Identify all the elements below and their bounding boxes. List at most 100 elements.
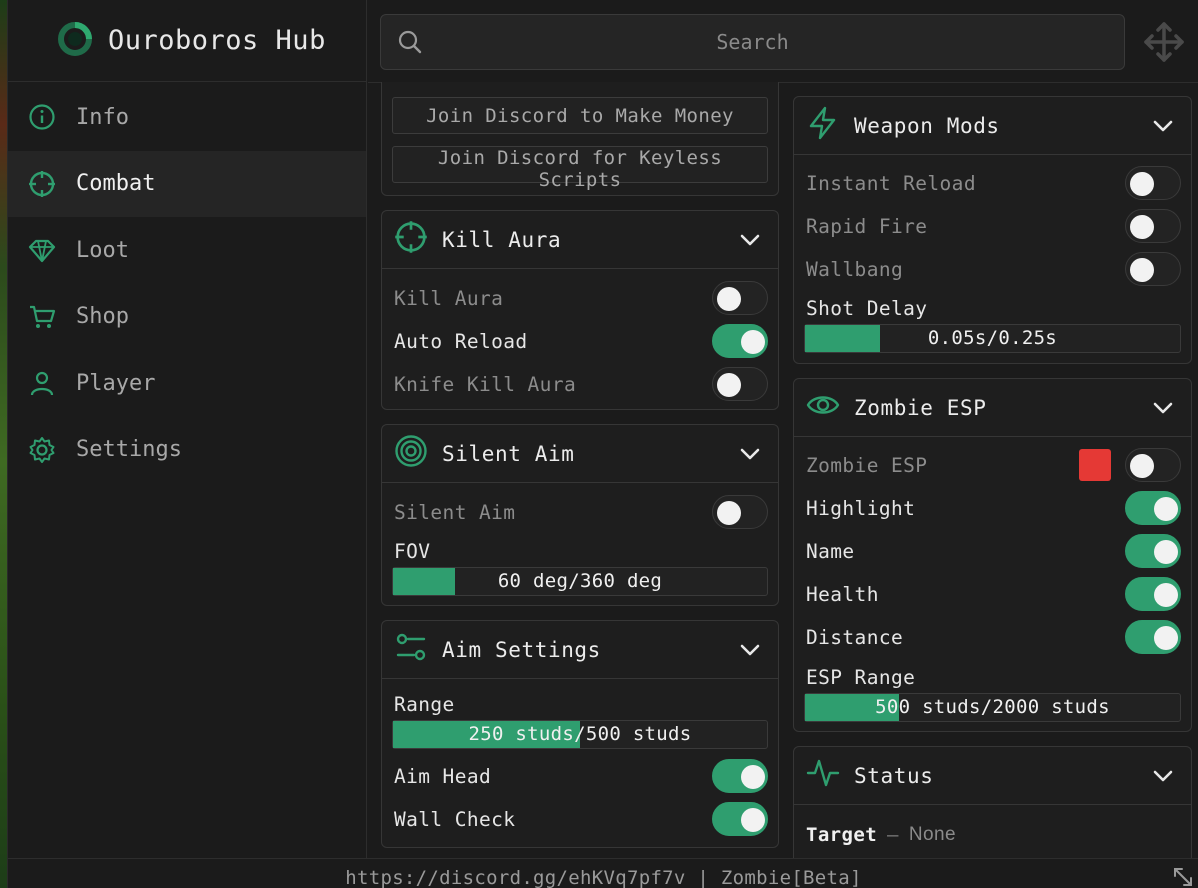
chevron-down-icon[interactable] bbox=[1151, 114, 1175, 143]
name-toggle[interactable] bbox=[1125, 534, 1181, 568]
chevron-down-icon[interactable] bbox=[738, 228, 762, 257]
rapid-fire-toggle[interactable] bbox=[1125, 209, 1181, 243]
fov-slider[interactable]: 60 deg/360 deg bbox=[392, 567, 768, 596]
gear-icon bbox=[28, 436, 56, 464]
toggle-label: Kill Aura bbox=[394, 286, 504, 310]
zombie-esp-header[interactable]: Zombie ESP bbox=[794, 379, 1191, 437]
zombie-esp-row: Zombie ESP bbox=[806, 447, 1181, 483]
hub-window: Ouroboros Hub Info Combat Loot Shop Play… bbox=[7, 0, 1198, 888]
esp-range-label: ESP Range bbox=[806, 666, 916, 689]
chevron-down-icon[interactable] bbox=[1151, 764, 1175, 793]
esp-range-slider[interactable]: 500 studs/2000 studs bbox=[804, 693, 1181, 722]
sliders-icon bbox=[394, 630, 428, 669]
sidebar-item-label: Player bbox=[76, 370, 156, 396]
aim-head-row: Aim Head bbox=[394, 758, 768, 794]
slider-value: 60 deg/360 deg bbox=[497, 570, 663, 592]
sidebar: Ouroboros Hub Info Combat Loot Shop Play… bbox=[8, 0, 367, 858]
knife-kill-aura-toggle[interactable] bbox=[712, 367, 768, 401]
aim-settings-panel: Aim Settings Range 250 studs/500 studs A… bbox=[381, 620, 779, 848]
zombie-esp-panel: Zombie ESP Zombie ESP Highlight Name Hea… bbox=[793, 378, 1192, 732]
health-toggle[interactable] bbox=[1125, 577, 1181, 611]
weapon-mods-panel: Weapon Mods Instant Reload Rapid Fire Wa… bbox=[793, 96, 1192, 364]
sidebar-item-shop[interactable]: Shop bbox=[8, 284, 366, 351]
user-icon bbox=[28, 369, 56, 397]
target-label: Target bbox=[806, 824, 878, 846]
silent-aim-header[interactable]: Silent Aim bbox=[382, 425, 778, 483]
toggle-label: Silent Aim bbox=[394, 500, 516, 524]
silent-aim-panel: Silent Aim Silent Aim FOV 60 deg/360 deg bbox=[381, 424, 779, 606]
panel-title: Kill Aura bbox=[442, 227, 562, 252]
chevron-down-icon[interactable] bbox=[738, 442, 762, 471]
toggle-label: Wallbang bbox=[806, 257, 904, 281]
name-row: Name bbox=[806, 533, 1181, 569]
sidebar-item-loot[interactable]: Loot bbox=[8, 217, 366, 284]
toggle-label: Distance bbox=[806, 625, 904, 649]
target-value: None bbox=[908, 824, 956, 845]
sidebar-item-label: Settings bbox=[76, 437, 182, 463]
weapon-mods-header[interactable]: Weapon Mods bbox=[794, 97, 1191, 155]
info-icon bbox=[28, 103, 56, 131]
health-row: Health bbox=[806, 576, 1181, 612]
distance-toggle[interactable] bbox=[1125, 620, 1181, 654]
search-icon bbox=[397, 29, 423, 59]
highlight-row: Highlight bbox=[806, 490, 1181, 526]
toggle-label: Zombie ESP bbox=[806, 453, 928, 477]
aim-head-toggle[interactable] bbox=[712, 759, 768, 793]
chevron-down-icon[interactable] bbox=[1151, 396, 1175, 425]
status-panel: Status Target – None bbox=[793, 746, 1192, 866]
gem-icon bbox=[28, 236, 56, 264]
sidebar-item-settings[interactable]: Settings bbox=[8, 417, 366, 484]
toggle-label: Aim Head bbox=[394, 764, 492, 788]
panel-title: Silent Aim bbox=[442, 441, 575, 466]
sidebar-nav: Info Combat Loot Shop Player Settings bbox=[8, 82, 366, 483]
esp-color-swatch[interactable] bbox=[1079, 449, 1111, 481]
range-slider[interactable]: 250 studs/500 studs bbox=[392, 720, 768, 749]
toggle-label: Wall Check bbox=[394, 807, 516, 831]
cart-icon bbox=[28, 303, 56, 331]
crosshair-icon bbox=[394, 220, 428, 259]
silent-aim-toggle[interactable] bbox=[712, 495, 768, 529]
sidebar-item-player[interactable]: Player bbox=[8, 350, 366, 417]
discord-panel: Join Discord to Make Money Join Discord … bbox=[381, 82, 779, 196]
sidebar-item-info[interactable]: Info bbox=[8, 84, 366, 151]
join-discord-keyless-button[interactable]: Join Discord for Keyless Scripts bbox=[392, 146, 768, 191]
slider-value: 500 studs/2000 studs bbox=[875, 696, 1110, 718]
toggle-label: Name bbox=[806, 539, 855, 563]
search-input[interactable] bbox=[441, 15, 1064, 69]
panel-title: Weapon Mods bbox=[854, 113, 1000, 138]
auto-reload-toggle[interactable] bbox=[712, 324, 768, 358]
fov-label: FOV bbox=[394, 540, 431, 563]
sidebar-item-label: Shop bbox=[76, 304, 129, 330]
toggle-label: Auto Reload bbox=[394, 329, 528, 353]
sidebar-item-label: Combat bbox=[76, 171, 156, 197]
instant-reload-toggle[interactable] bbox=[1125, 166, 1181, 200]
auto-reload-row: Auto Reload bbox=[394, 323, 768, 359]
join-discord-money-button[interactable]: Join Discord to Make Money bbox=[392, 97, 768, 134]
eye-icon bbox=[806, 388, 840, 427]
game-background-strip bbox=[0, 0, 7, 888]
sidebar-item-label: Loot bbox=[76, 237, 129, 263]
toggle-label: Rapid Fire bbox=[806, 214, 928, 238]
status-header[interactable]: Status bbox=[794, 747, 1191, 805]
activity-icon bbox=[806, 756, 840, 795]
wall-check-toggle[interactable] bbox=[712, 802, 768, 836]
wallbang-toggle[interactable] bbox=[1125, 252, 1181, 286]
shot-delay-slider[interactable]: 0.05s/0.25s bbox=[804, 324, 1181, 353]
target-separator: – bbox=[887, 824, 899, 846]
kill-aura-toggle[interactable] bbox=[712, 281, 768, 315]
chevron-down-icon[interactable] bbox=[738, 638, 762, 667]
move-icon[interactable] bbox=[1142, 20, 1186, 68]
brand: Ouroboros Hub bbox=[8, 0, 366, 82]
resize-icon[interactable] bbox=[1173, 867, 1193, 888]
slider-value: 250 studs/500 studs bbox=[468, 723, 692, 745]
sidebar-item-label: Info bbox=[76, 104, 129, 130]
target-icon bbox=[394, 434, 428, 473]
panel-title: Status bbox=[854, 763, 934, 788]
kill-aura-header[interactable]: Kill Aura bbox=[382, 211, 778, 269]
rapid-fire-row: Rapid Fire bbox=[806, 208, 1181, 244]
toggle-label: Knife Kill Aura bbox=[394, 372, 577, 396]
highlight-toggle[interactable] bbox=[1125, 491, 1181, 525]
sidebar-item-combat[interactable]: Combat bbox=[8, 150, 366, 217]
aim-settings-header[interactable]: Aim Settings bbox=[382, 621, 778, 679]
zombie-esp-toggle[interactable] bbox=[1125, 448, 1181, 482]
